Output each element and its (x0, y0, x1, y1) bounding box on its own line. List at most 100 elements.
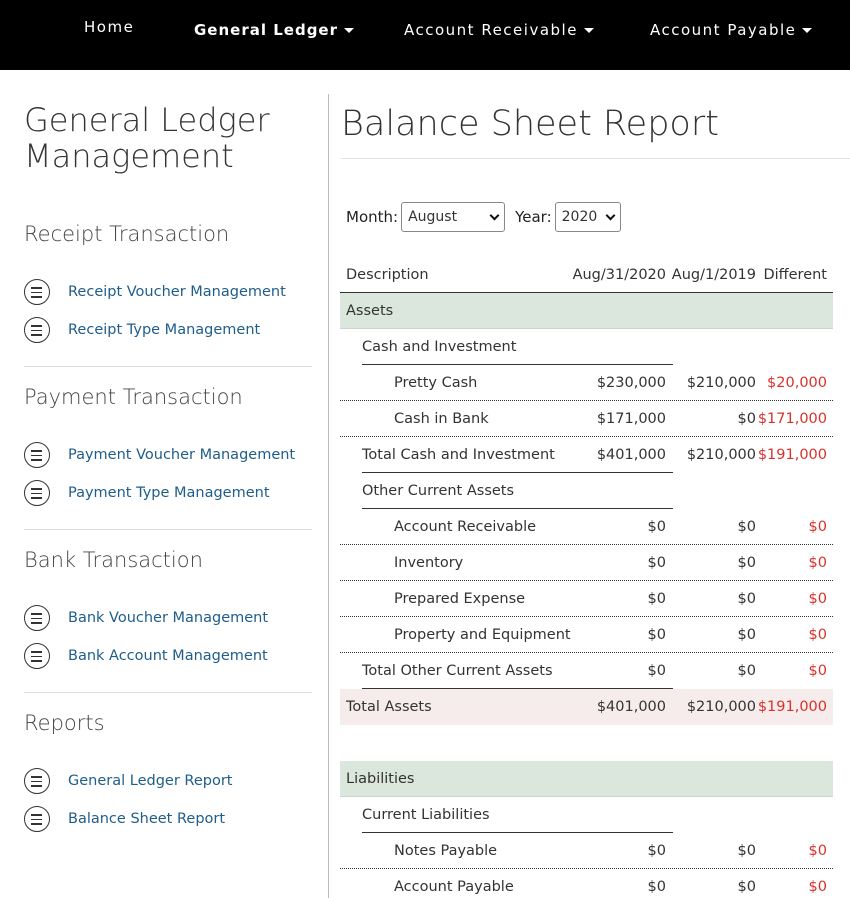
row-value-previous: $0 (737, 411, 756, 427)
sidebar-link-label[interactable]: Balance Sheet Report (68, 811, 225, 827)
row-description: Current Liabilities (362, 807, 490, 823)
row-value-different: $0 (808, 843, 827, 859)
nav-general-ledger-label: General Ledger (194, 21, 338, 39)
table-row: Account Payable $0 $0 $0 (340, 869, 833, 898)
caret-down-icon (802, 27, 813, 33)
sidebar-divider (24, 692, 312, 693)
section-reports: Reports (24, 711, 105, 735)
sidebar-link-label[interactable]: Payment Voucher Management (68, 447, 295, 463)
menu-circle-icon (24, 768, 50, 794)
sidebar-link-bank-account[interactable]: Bank Account Management (24, 643, 268, 669)
sidebar-divider (24, 366, 312, 367)
row-value-current: $0 (647, 519, 666, 535)
table-row: Liabilities (340, 761, 833, 797)
row-description: Total Cash and Investment (362, 447, 555, 463)
nav-account-receivable-label: Account Receivable (404, 21, 578, 39)
row-description: Total Other Current Assets (362, 663, 553, 679)
sidebar-link-receipt-voucher[interactable]: Receipt Voucher Management (24, 279, 286, 305)
row-description: Inventory (394, 555, 464, 571)
caret-down-icon (344, 27, 354, 33)
report-filters: Month: August Year: 2020 (346, 202, 621, 232)
row-value-previous: $0 (737, 627, 756, 643)
table-row: Notes Payable $0 $0 $0 (340, 833, 833, 869)
table-row: Other Current Assets (340, 473, 833, 509)
nav-account-payable-label: Account Payable (650, 21, 797, 39)
row-value-previous: $210,000 (686, 699, 756, 715)
table-header-row: Description Aug/31/2020 Aug/1/2019 Diffe… (340, 257, 833, 293)
header-date-current: Aug/31/2020 (572, 267, 666, 283)
row-description: Liabilities (346, 771, 415, 787)
page-title: Balance Sheet Report (341, 104, 719, 144)
nav-account-receivable[interactable]: Account Receivable (404, 0, 594, 60)
row-description: Prepared Expense (394, 591, 526, 607)
menu-circle-icon (24, 643, 50, 669)
sidebar-link-label[interactable]: Payment Type Management (68, 485, 270, 501)
table-row: Cash and Investment (340, 329, 833, 365)
row-value-different: $0 (808, 663, 827, 679)
menu-circle-icon (24, 442, 50, 468)
menu-circle-icon (24, 317, 50, 343)
row-description: Account Receivable (394, 519, 537, 535)
row-value-different: $191,000 (757, 447, 827, 463)
row-description: Assets (346, 303, 394, 319)
sidebar-link-balance-sheet-report[interactable]: Balance Sheet Report (24, 806, 225, 832)
nav-home[interactable]: Home (84, 0, 134, 57)
table-row: Assets (340, 293, 833, 329)
sidebar-link-bank-voucher[interactable]: Bank Voucher Management (24, 605, 268, 631)
row-value-current: $0 (647, 663, 666, 679)
table-row: Pretty Cash $230,000 $210,000 $20,000 (340, 365, 833, 401)
sidebar-link-payment-type[interactable]: Payment Type Management (24, 480, 270, 506)
sidebar-title-line1: General Ledger (24, 101, 270, 139)
table-row: Total Other Current Assets $0 $0 $0 (340, 653, 833, 689)
year-select[interactable]: 2020 (554, 202, 621, 232)
row-value-previous: $0 (737, 591, 756, 607)
row-value-current: $0 (647, 591, 666, 607)
row-description: Property and Equipment (394, 627, 571, 643)
row-value-current: $0 (647, 843, 666, 859)
table-row: Cash in Bank $171,000 $0 $171,000 (340, 401, 833, 437)
row-value-current: $401,000 (596, 447, 666, 463)
table-row: Prepared Expense $0 $0 $0 (340, 581, 833, 617)
row-value-current: $0 (647, 555, 666, 571)
row-description: Account Payable (394, 879, 514, 895)
row-value-different: $0 (808, 627, 827, 643)
row-description: Notes Payable (394, 843, 498, 859)
nav-general-ledger[interactable]: General Ledger (194, 0, 354, 60)
sidebar-title: General Ledger Management (24, 102, 324, 174)
sidebar-link-payment-voucher[interactable]: Payment Voucher Management (24, 442, 295, 468)
row-value-previous: $0 (737, 879, 756, 895)
row-value-different: $0 (808, 519, 827, 535)
row-value-different: $0 (808, 591, 827, 607)
sidebar-title-line2: Management (24, 137, 234, 175)
row-value-current: $171,000 (596, 411, 666, 427)
row-value-different: $171,000 (757, 411, 827, 427)
row-value-different: $20,000 (767, 375, 827, 391)
month-select[interactable]: August (401, 202, 506, 232)
header-date-previous: Aug/1/2019 (671, 267, 756, 283)
chevron-down-icon (489, 210, 500, 220)
header-different: Different (763, 267, 827, 283)
table-row: Current Liabilities (340, 797, 833, 833)
table-row: Account Receivable $0 $0 $0 (340, 509, 833, 545)
month-select-value: August (408, 209, 458, 225)
balance-sheet-table: Description Aug/31/2020 Aug/1/2019 Diffe… (340, 257, 833, 898)
section-receipt-transaction: Receipt Transaction (24, 222, 230, 246)
row-value-different: $0 (808, 879, 827, 895)
sidebar-link-label[interactable]: Bank Voucher Management (68, 610, 268, 626)
sidebar-link-label[interactable]: General Ledger Report (68, 773, 232, 789)
sidebar-link-receipt-type[interactable]: Receipt Type Management (24, 317, 260, 343)
sidebar-link-general-ledger-report[interactable]: General Ledger Report (24, 768, 232, 794)
sidebar-divider (24, 529, 312, 530)
row-value-previous: $210,000 (686, 375, 756, 391)
sidebar-link-label[interactable]: Bank Account Management (68, 648, 268, 664)
table-row: Total Assets $401,000 $210,000 $191,000 (340, 689, 833, 725)
table-row: Total Cash and Investment $401,000 $210,00… (340, 437, 833, 473)
sidebar-link-label[interactable]: Receipt Voucher Management (68, 284, 286, 300)
row-description: Cash in Bank (394, 411, 489, 427)
sidebar-link-label[interactable]: Receipt Type Management (68, 322, 260, 338)
row-description: Total Assets (346, 699, 432, 715)
row-value-current: $230,000 (596, 375, 666, 391)
nav-account-payable[interactable]: Account Payable (650, 0, 813, 60)
row-value-current: $0 (647, 627, 666, 643)
row-description: Other Current Assets (362, 483, 515, 499)
